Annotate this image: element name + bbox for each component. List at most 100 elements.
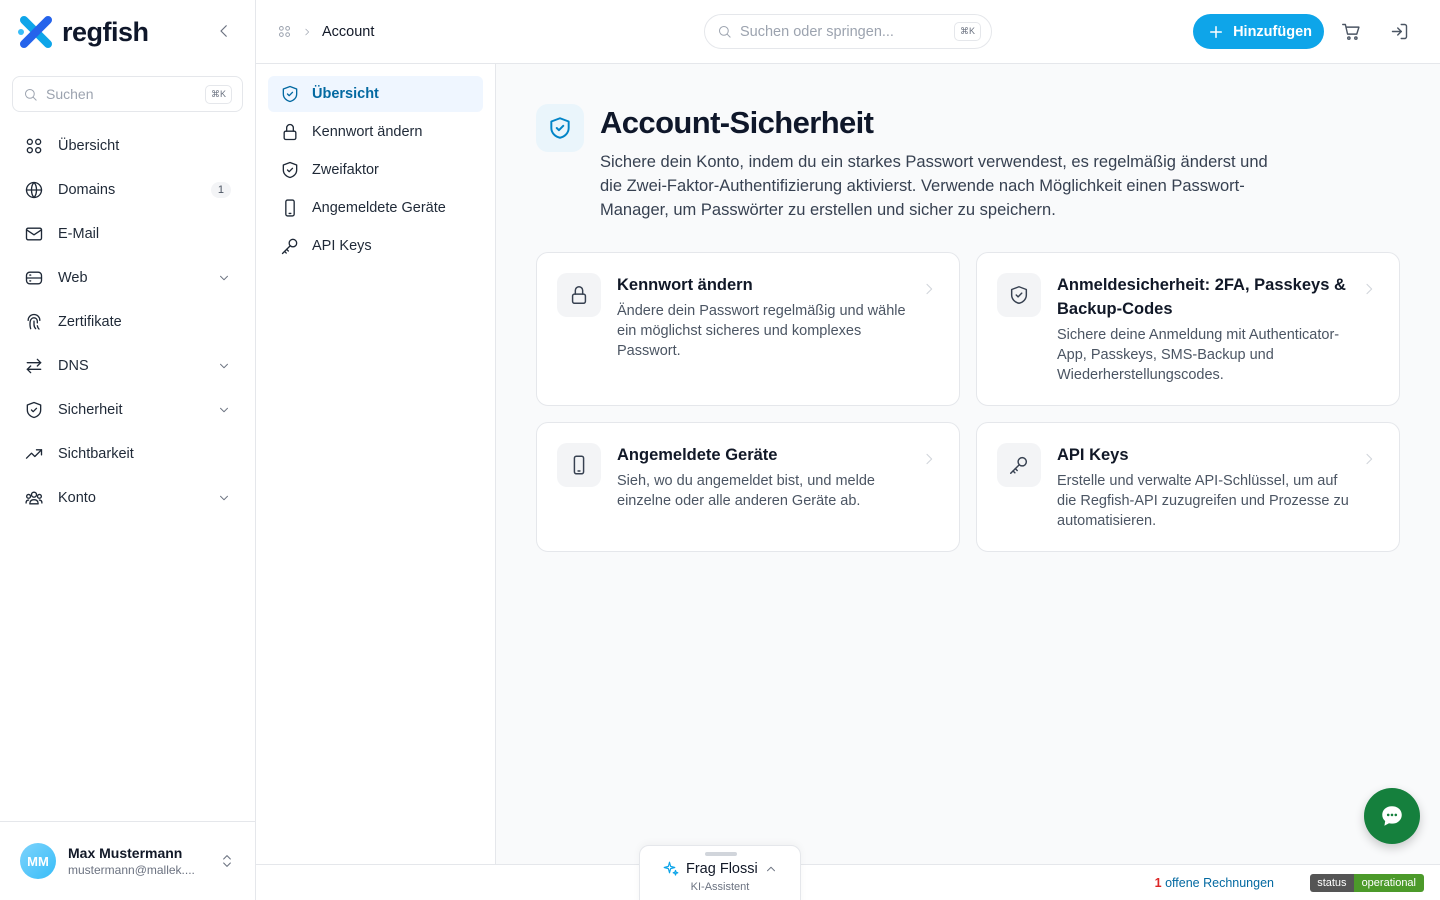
cart-icon [1342,23,1360,40]
sidebar-item-label: DNS [58,358,89,374]
chevron-up-down-icon [223,855,231,867]
subnav-item-label: API Keys [312,238,372,254]
user-name: Max Mustermann [68,845,183,861]
sidebar-search-shortcut: ⌘K [204,84,232,104]
sidebar-search-placeholder: Suchen [46,86,94,102]
subnav-item-label: Angemeldete Geräte [312,200,446,216]
chevron-right-icon [305,28,309,35]
shield-icon [26,401,42,419]
shield-check-icon [282,161,298,179]
collapse-sidebar-button[interactable] [215,22,233,40]
search-icon [25,88,37,101]
card-anmeldesicherheit[interactable]: Anmeldesicherheit: 2FA, Passkeys & Backu… [976,252,1400,406]
sidebar-item-uebersicht[interactable]: Übersicht [12,124,243,168]
sidebar-item-web[interactable]: Web [12,256,243,300]
sidebar-search-input[interactable]: Suchen ⌘K [12,76,243,112]
subnav-item-geraete[interactable]: Angemeldete Geräte [268,190,483,226]
sidebar-item-konto[interactable]: Konto [12,476,243,520]
sidebar-item-label: E-Mail [58,226,100,242]
assistant-title: Frag Flossi [686,861,758,877]
chevron-down-icon [220,495,228,501]
chevron-up-icon [766,866,775,872]
global-search-placeholder: Suchen oder springen... [740,23,894,40]
breadcrumb: Account [256,24,374,40]
shield-check-icon [997,273,1041,317]
subnav-item-kennwort[interactable]: Kennwort ändern [268,114,483,150]
sidebar-item-label: Sicherheit [58,402,123,418]
brand-logo[interactable]: regfish [18,16,149,48]
grid-icon [26,138,42,154]
sidebar-item-sicherheit[interactable]: Sicherheit [12,388,243,432]
shield-check-icon [282,85,298,103]
domains-count-badge: 1 [210,182,231,198]
open-invoices-link[interactable]: 1 offene Rechnungen [1155,876,1274,890]
card-body: Anmeldesicherheit: 2FA, Passkeys & Backu… [1057,273,1379,385]
card-kennwort-aendern[interactable]: Kennwort ändern Ändere dein Passwort reg… [536,252,960,406]
card-title: Angemeldete Geräte [617,446,778,464]
user-email: mustermann@mallek.... [68,863,195,877]
global-search-input[interactable]: Suchen oder springen... ⌘K [704,14,992,49]
fingerprint-icon [27,313,41,330]
sidebar-item-label: Zertifikate [58,314,122,330]
assistant-row: Frag Flossi [662,860,778,878]
page-header-text: Account-Sicherheit Sichere dein Konto, i… [600,104,1280,222]
sidebar-item-email[interactable]: E-Mail [12,212,243,256]
grid-icon[interactable] [277,24,292,39]
card-description: Ändere dein Passwort regelmäßig und wähl… [617,303,906,359]
cart-button[interactable] [1341,21,1362,42]
key-icon [281,238,298,255]
plus-icon [1210,25,1223,38]
logout-button[interactable] [1389,21,1410,42]
sidebar-nav: Übersicht Domains 1 E-Mail Web Zertifika… [0,124,255,520]
chevron-down-icon [220,363,228,369]
user-meta: Max Mustermann mustermann@mallek.... [68,845,207,877]
avatar: MM [20,843,56,879]
card-body: API Keys Erstelle und verwalte API-Schlü… [1057,443,1379,531]
ai-assistant-panel-toggle[interactable]: Frag Flossi KI-Assistent [639,845,801,900]
chat-button[interactable] [1364,788,1420,844]
sidebar-item-label: Konto [58,490,96,506]
topbar: Account Suchen oder springen... ⌘K Hinzu… [256,0,1440,64]
sidebar-item-domains[interactable]: Domains 1 [12,168,243,212]
chevron-right-icon [926,453,933,465]
chevron-down-icon [220,275,228,281]
main-content: Account-Sicherheit Sichere dein Konto, i… [496,64,1440,864]
page-description: Sichere dein Konto, indem du ein starkes… [600,153,1268,219]
global-search-shortcut: ⌘K [953,22,981,41]
key-icon [997,443,1041,487]
page-header: Account-Sicherheit Sichere dein Konto, i… [536,104,1280,222]
regfish-logo-icon [18,16,52,48]
card-angemeldete-geraete[interactable]: Angemeldete Geräte Sieh, wo du angemelde… [536,422,960,552]
card-description: Erstelle und verwalte API-Schlüssel, um … [1057,473,1349,529]
card-title: Kennwort ändern [617,276,753,294]
chat-bubble-icon [1382,806,1402,826]
phone-icon [557,443,601,487]
sidebar-item-zertifikate[interactable]: Zertifikate [12,300,243,344]
status-footer: 1 offene Rechnungen status operational [256,864,1440,900]
chevron-left-icon [220,25,227,37]
add-button[interactable]: Hinzufügen [1193,14,1324,49]
sidebar-item-sichtbarkeit[interactable]: Sichtbarkeit [12,432,243,476]
status-badge[interactable]: status operational [1310,874,1424,892]
card-title: API Keys [1057,446,1129,464]
card-api-keys[interactable]: API Keys Erstelle und verwalte API-Schlü… [976,422,1400,552]
sidebar-item-label: Domains [58,182,116,198]
security-cards: Kennwort ändern Ändere dein Passwort reg… [536,252,1400,552]
mail-icon [25,227,43,241]
card-description: Sichere deine Anmeldung mit Authenticato… [1057,327,1340,383]
chevron-down-icon [220,407,228,413]
drag-handle[interactable] [705,852,737,856]
sparkles-icon [663,861,679,876]
add-button-label: Hinzufügen [1233,23,1312,40]
status-badge-value: operational [1353,874,1424,892]
trend-icon [25,449,43,459]
sidebar-item-dns[interactable]: DNS [12,344,243,388]
server-icon [25,271,43,285]
subnav-item-uebersicht[interactable]: Übersicht [268,76,483,112]
subnav-item-api-keys[interactable]: API Keys [268,228,483,264]
sidebar-item-label: Übersicht [58,138,120,154]
subnav-item-zweifaktor[interactable]: Zweifaktor [268,152,483,188]
user-menu[interactable]: MM Max Mustermann mustermann@mallek.... [0,821,255,900]
sidebar-item-label: Web [58,270,88,286]
breadcrumb-current[interactable]: Account [322,24,374,40]
